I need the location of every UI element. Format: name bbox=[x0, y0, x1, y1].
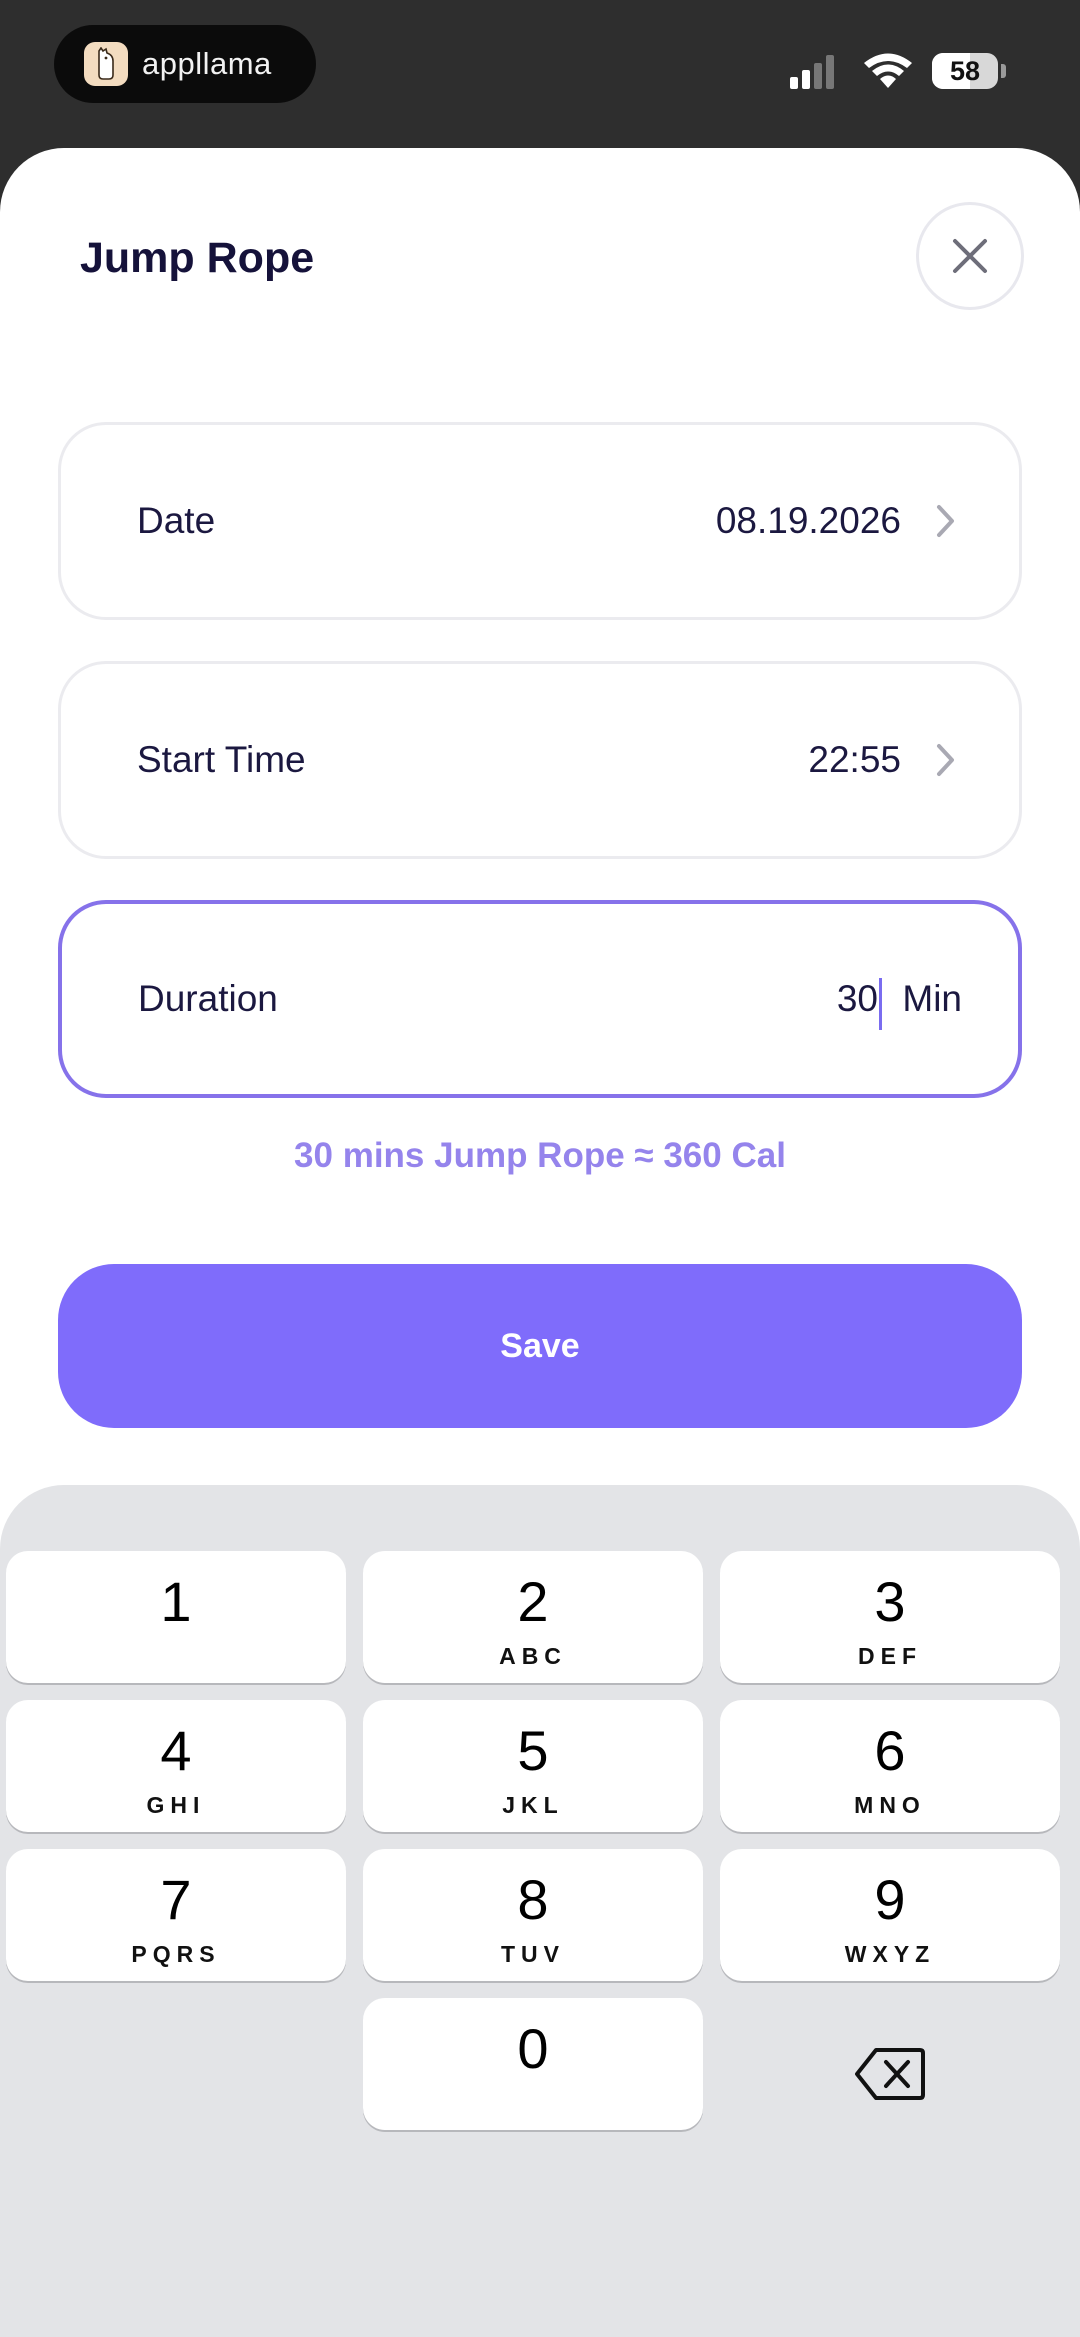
start-time-field[interactable]: Start Time 22:55 bbox=[58, 661, 1022, 859]
battery-percentage: 58 bbox=[949, 55, 981, 86]
key-digit: 6 bbox=[874, 1719, 906, 1782]
key-digit: 5 bbox=[517, 1719, 549, 1782]
battery-nub bbox=[1001, 64, 1006, 78]
key-digit: 7 bbox=[160, 1868, 192, 1931]
key-digit: 4 bbox=[160, 1719, 192, 1782]
key-digit: 2 bbox=[517, 1570, 549, 1633]
chevron-right-icon bbox=[937, 505, 954, 537]
key-letters: JKL bbox=[502, 1792, 564, 1818]
key-digit: 0 bbox=[517, 2017, 549, 2080]
app-indicator-pill[interactable]: appllama bbox=[54, 25, 316, 103]
date-label: Date bbox=[137, 500, 216, 541]
key-digit: 8 bbox=[517, 1868, 549, 1931]
key-6[interactable]: 6 MNO bbox=[720, 1700, 1060, 1832]
app-name: appllama bbox=[142, 46, 272, 81]
key-digit: 3 bbox=[874, 1570, 906, 1633]
duration-label: Duration bbox=[138, 978, 278, 1019]
date-value: 08.19.2026 bbox=[715, 500, 901, 541]
key-4[interactable]: 4 GHI bbox=[6, 1700, 346, 1832]
duration-unit: Min bbox=[902, 978, 962, 1019]
start-time-label: Start Time bbox=[137, 739, 306, 780]
chevron-right-icon bbox=[937, 744, 954, 776]
key-1[interactable]: 1 bbox=[6, 1551, 346, 1683]
sheet-title: Jump Rope bbox=[80, 234, 315, 282]
cellular-signal-icon bbox=[790, 55, 834, 89]
text-caret bbox=[879, 978, 882, 1030]
key-0[interactable]: 0 bbox=[363, 1998, 703, 2130]
date-field[interactable]: Date 08.19.2026 bbox=[58, 422, 1022, 620]
key-letters: MNO bbox=[854, 1792, 926, 1818]
close-icon bbox=[953, 239, 987, 273]
duration-input-field[interactable]: Duration 30 Min bbox=[58, 900, 1022, 1098]
llama-logo-icon bbox=[84, 42, 128, 86]
key-8[interactable]: 8 TUV bbox=[363, 1849, 703, 1981]
key-3[interactable]: 3 DEF bbox=[720, 1551, 1060, 1683]
key-5[interactable]: 5 JKL bbox=[363, 1700, 703, 1832]
key-letters: PQRS bbox=[131, 1941, 221, 1967]
wifi-icon bbox=[864, 53, 912, 88]
status-bar: appllama 58 bbox=[0, 0, 1080, 150]
key-9[interactable]: 9 WXYZ bbox=[720, 1849, 1060, 1981]
key-letters: TUV bbox=[501, 1941, 565, 1967]
key-digit: 1 bbox=[160, 1570, 192, 1633]
key-letters: WXYZ bbox=[844, 1941, 936, 1967]
key-2[interactable]: 2 ABC bbox=[363, 1551, 703, 1683]
calorie-estimate: 30 mins Jump Rope ≈ 360 Cal bbox=[294, 1136, 786, 1175]
backspace-icon bbox=[855, 2048, 925, 2100]
close-button[interactable] bbox=[916, 202, 1024, 310]
key-digit: 9 bbox=[874, 1868, 906, 1931]
start-time-value: 22:55 bbox=[808, 739, 901, 780]
save-button[interactable]: Save bbox=[58, 1264, 1022, 1428]
delete-key[interactable] bbox=[720, 2008, 1060, 2140]
key-letters: ABC bbox=[499, 1643, 567, 1669]
key-letters: DEF bbox=[858, 1643, 922, 1669]
battery-icon: 58 bbox=[932, 53, 998, 89]
key-7[interactable]: 7 PQRS bbox=[6, 1849, 346, 1981]
duration-value[interactable]: 30 bbox=[837, 978, 878, 1020]
key-letters: GHI bbox=[146, 1792, 206, 1818]
